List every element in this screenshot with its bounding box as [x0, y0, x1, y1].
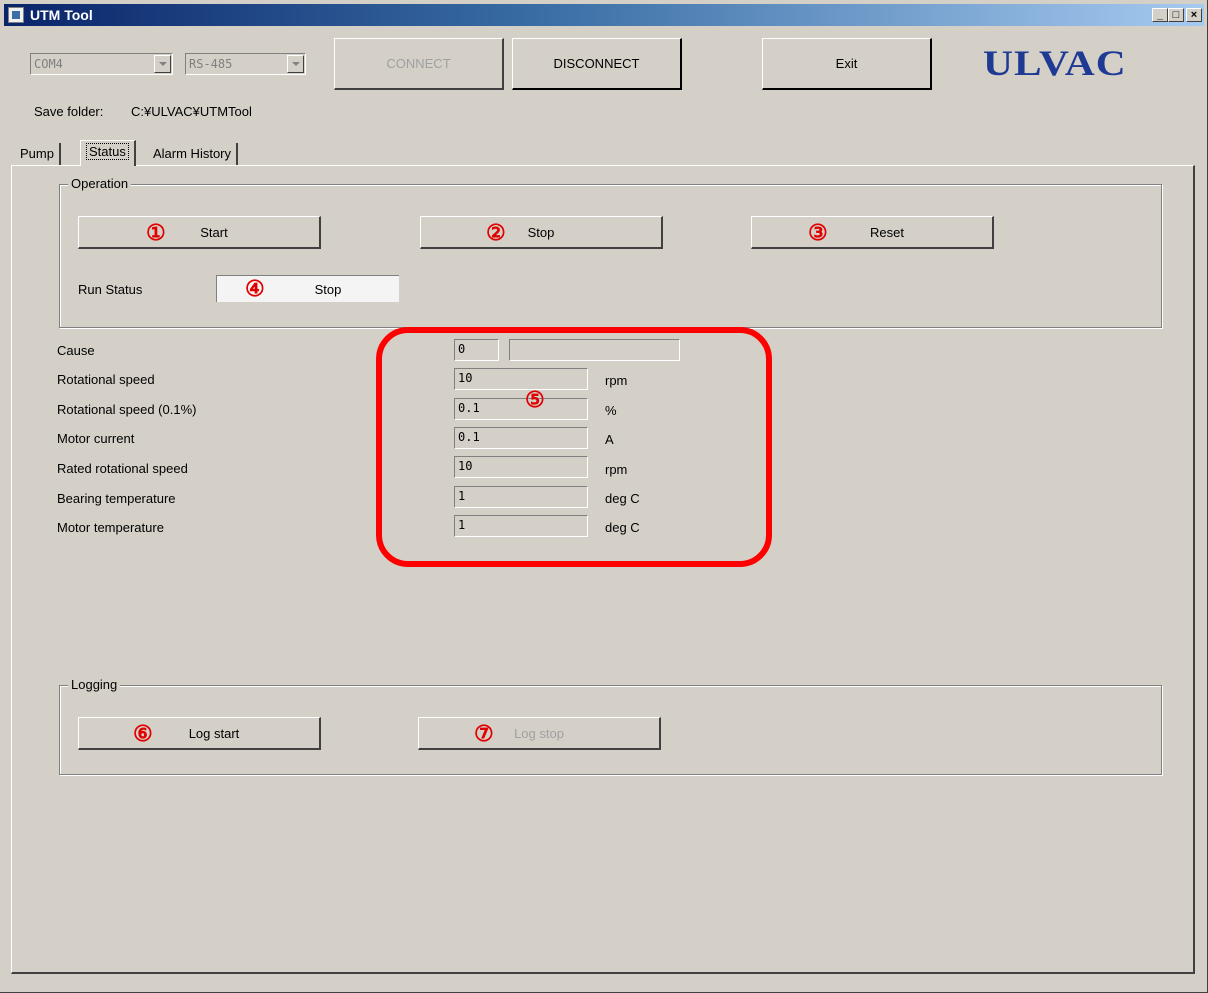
- annotation-3: ③: [808, 220, 828, 245]
- minimize-button[interactable]: _: [1152, 8, 1168, 22]
- interface-value: RS-485: [189, 57, 233, 71]
- tab-pump[interactable]: Pump: [15, 143, 61, 165]
- close-button[interactable]: ×: [1186, 8, 1202, 22]
- log-start-label: Log start: [188, 725, 240, 741]
- operation-title: Operation: [68, 176, 132, 191]
- rated-rotational-speed-label: Rated rotational speed: [57, 461, 188, 476]
- chevron-down-icon[interactable]: [287, 55, 304, 73]
- chevron-down-icon[interactable]: [154, 55, 171, 73]
- annotation-1: ①: [146, 220, 166, 245]
- tab-status-label: Status: [86, 143, 129, 160]
- rotational-speed-label: Rotational speed: [57, 372, 155, 387]
- status-fields-callout: [376, 327, 772, 567]
- start-button[interactable]: Start: [78, 216, 321, 249]
- tab-alarm-history[interactable]: Alarm History: [148, 143, 239, 165]
- interface-select[interactable]: RS-485: [185, 53, 306, 75]
- tab-status[interactable]: Status: [80, 140, 136, 166]
- reset-label: Reset: [870, 224, 904, 240]
- start-label: Start: [200, 224, 228, 240]
- log-stop-label: Log stop: [514, 725, 564, 741]
- reset-button[interactable]: Reset: [751, 216, 994, 249]
- logging-title: Logging: [68, 677, 121, 692]
- annotation-7: ⑦: [474, 721, 494, 746]
- rotational-speed-pct-label: Rotational speed (0.1%): [57, 402, 197, 417]
- app-icon[interactable]: [8, 7, 24, 23]
- motor-current-label: Motor current: [57, 431, 135, 446]
- log-start-button[interactable]: Log start: [78, 717, 321, 750]
- log-stop-button[interactable]: Log stop: [418, 717, 661, 750]
- tab-pump-label: Pump: [20, 146, 54, 161]
- port-value: COM4: [34, 57, 63, 71]
- annotation-5: ⑤: [525, 387, 545, 412]
- title-bar[interactable]: UTM Tool _ □ ×: [4, 4, 1204, 26]
- window-title: UTM Tool: [30, 7, 93, 23]
- disconnect-button[interactable]: DISCONNECT: [512, 38, 682, 90]
- run-status-label: Run Status: [78, 282, 143, 297]
- stop-button[interactable]: Stop: [420, 216, 663, 249]
- operation-group: Operation: [59, 176, 1162, 328]
- exit-button[interactable]: Exit: [762, 38, 932, 90]
- app-window: UTM Tool _ □ × COM4 RS-485 CONNECT DISCO…: [0, 0, 1208, 993]
- run-status-display: Stop: [216, 275, 399, 302]
- bearing-temperature-label: Bearing temperature: [57, 491, 176, 506]
- tab-alarm-history-label: Alarm History: [153, 146, 232, 161]
- stop-label: Stop: [527, 224, 555, 240]
- maximize-button[interactable]: □: [1168, 8, 1184, 22]
- save-folder-label: Save folder:: [34, 104, 104, 119]
- save-folder-path: C:¥ULVAC¥UTMTool: [131, 104, 252, 119]
- ulvac-logo: ULVAC: [983, 43, 1127, 83]
- connect-button[interactable]: CONNECT: [334, 38, 504, 90]
- run-status-value: Stop: [314, 281, 342, 297]
- annotation-4: ④: [245, 276, 265, 301]
- motor-temperature-label: Motor temperature: [57, 520, 164, 535]
- cause-label: Cause: [57, 343, 95, 358]
- annotation-2: ②: [486, 220, 506, 245]
- port-select[interactable]: COM4: [30, 53, 173, 75]
- annotation-6: ⑥: [133, 721, 153, 746]
